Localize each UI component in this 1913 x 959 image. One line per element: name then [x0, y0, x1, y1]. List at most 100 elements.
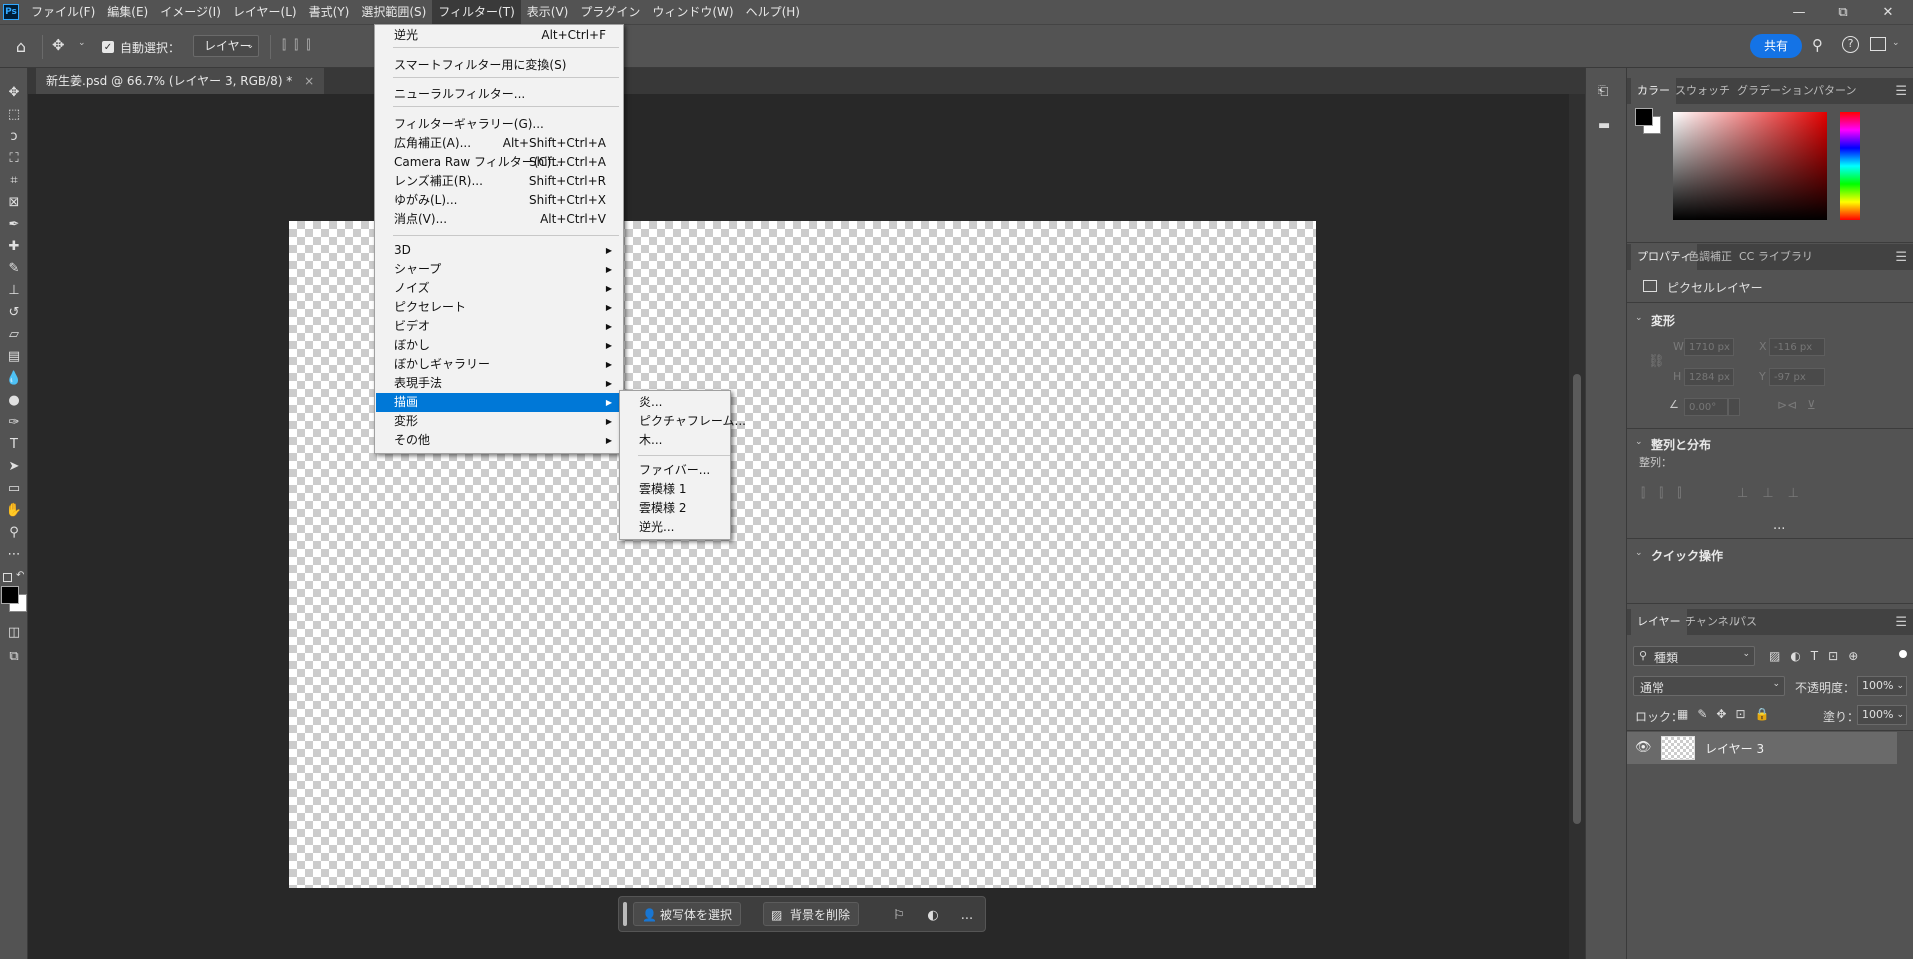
- tab-paths[interactable]: パス: [1729, 609, 1763, 635]
- align-buttons-icon[interactable]: ⫿⫿⫿: [1641, 486, 1695, 501]
- menu-item-clouds-1[interactable]: 雲模様 1: [621, 480, 729, 499]
- menu-window[interactable]: ウィンドウ(W): [646, 0, 739, 24]
- height-field[interactable]: 1284 px: [1684, 368, 1734, 386]
- chevron-down-icon[interactable]: ⌄: [1635, 313, 1643, 323]
- marquee-tool-icon[interactable]: ⬚: [4, 104, 24, 124]
- more-options-icon[interactable]: ...: [955, 903, 979, 927]
- menu-layer[interactable]: レイヤー(L): [227, 0, 303, 24]
- layer-name[interactable]: レイヤー 3: [1705, 740, 1764, 757]
- filter-toggle-icon[interactable]: [1899, 650, 1907, 658]
- menu-edit[interactable]: 編集(E): [101, 0, 154, 24]
- auto-select-checkbox[interactable]: ✓: [102, 41, 114, 53]
- menu-item-flame[interactable]: 炎...: [621, 393, 729, 412]
- flip-horizontal-icon[interactable]: ⊳⊲: [1777, 398, 1797, 412]
- menu-item-tree[interactable]: 木...: [621, 431, 729, 450]
- scrollbar-thumb[interactable]: [1573, 374, 1581, 824]
- search-icon[interactable]: ⚲: [1812, 36, 1823, 54]
- brush-tool-icon[interactable]: ✎: [4, 258, 24, 278]
- color-panel-foreground-swatch[interactable]: [1635, 108, 1653, 126]
- menu-item-video[interactable]: ビデオ ▶: [376, 317, 622, 336]
- menu-item-lens-flare[interactable]: 逆光...: [621, 518, 729, 537]
- blend-mode-select[interactable]: 通常 ⌄: [1633, 676, 1785, 696]
- gradient-tool-icon[interactable]: ▤: [4, 346, 24, 366]
- menu-select[interactable]: 選択範囲(S): [355, 0, 432, 24]
- default-colors-icon[interactable]: [3, 573, 12, 582]
- crop-tool-icon[interactable]: ⌗: [4, 170, 24, 190]
- menu-file[interactable]: ファイル(F): [25, 0, 101, 24]
- auto-select-target-select[interactable]: レイヤー ⌄: [193, 35, 259, 57]
- tab-patterns[interactable]: パターン: [1807, 78, 1862, 104]
- menu-item-convert-smart-filter[interactable]: スマートフィルター用に変換(S): [376, 56, 622, 75]
- hand-tool-icon[interactable]: ✋: [4, 500, 24, 520]
- menu-item-sharpen[interactable]: シャープ ▶: [376, 260, 622, 279]
- lock-options-icons[interactable]: ▦✎✥⊡🔒: [1677, 707, 1778, 721]
- layer-thumbnail[interactable]: [1661, 736, 1695, 760]
- tab-adjustments[interactable]: 色調補正: [1682, 244, 1738, 270]
- photoshop-logo-icon[interactable]: Ps: [3, 4, 19, 20]
- path-selection-tool-icon[interactable]: ➤: [4, 456, 24, 476]
- align-vertical-buttons-icon[interactable]: ⊥⊥⊥: [1737, 486, 1813, 501]
- angle-field[interactable]: 0.00°: [1684, 398, 1728, 416]
- dodge-tool-icon[interactable]: ●: [4, 390, 24, 410]
- remove-background-button[interactable]: ▨ 背景を削除: [763, 902, 860, 926]
- vertical-scrollbar[interactable]: [1569, 94, 1585, 959]
- chevron-down-icon[interactable]: ⌄: [78, 38, 86, 48]
- close-window-button[interactable]: ✕: [1866, 0, 1910, 24]
- layer-filter-select[interactable]: ⚲ 種類 ⌄: [1633, 646, 1755, 666]
- menu-item-vanishing-point[interactable]: 消点(V)... Alt+Ctrl+V: [376, 210, 622, 229]
- menu-image[interactable]: イメージ(I): [154, 0, 227, 24]
- document-tab[interactable]: 新生姜.psd @ 66.7% (レイヤー 3, RGB/8) * ×: [36, 68, 325, 94]
- width-field[interactable]: 1710 px: [1684, 338, 1734, 356]
- chevron-down-icon[interactable]: ⌄: [1892, 38, 1900, 48]
- menu-item-clouds-2[interactable]: 雲模様 2: [621, 499, 729, 518]
- adjustment-icon[interactable]: ◐: [921, 903, 945, 927]
- healing-brush-tool-icon[interactable]: ✚: [4, 236, 24, 256]
- workspace-icon[interactable]: [1870, 37, 1886, 51]
- menu-plugins[interactable]: プラグイン: [574, 0, 646, 24]
- type-tool-icon[interactable]: T: [4, 434, 24, 454]
- help-icon[interactable]: ?: [1842, 36, 1859, 53]
- object-selection-tool-icon[interactable]: ⛶: [4, 148, 24, 168]
- eye-visibility-icon[interactable]: 👁: [1635, 740, 1652, 755]
- tab-swatches[interactable]: スウォッチ: [1669, 78, 1736, 104]
- layer-filter-type-icons[interactable]: ▨◐T⊡⊕: [1769, 649, 1868, 663]
- more-align-options[interactable]: ...: [1773, 518, 1785, 533]
- menu-filter[interactable]: フィルター(T): [432, 0, 521, 24]
- menu-item-picture-frame[interactable]: ピクチャフレーム...: [621, 412, 746, 431]
- move-tool-icon[interactable]: ✥: [52, 36, 65, 54]
- clone-stamp-tool-icon[interactable]: ⊥: [4, 280, 24, 300]
- home-icon[interactable]: ⌂: [10, 35, 32, 57]
- opacity-field[interactable]: 100% ⌄: [1857, 676, 1907, 696]
- quick-mask-icon[interactable]: ◫: [4, 622, 24, 642]
- restore-button[interactable]: ⧉: [1821, 0, 1865, 24]
- menu-item-blur-gallery[interactable]: ぼかしギャラリー ▶: [376, 355, 622, 374]
- chevron-down-icon[interactable]: ⌄: [1635, 437, 1643, 447]
- tab-cc-libraries[interactable]: CC ライブラリ: [1733, 244, 1819, 270]
- menu-item-liquify[interactable]: ゆがみ(L)... Shift+Ctrl+X: [376, 191, 622, 210]
- blur-tool-icon[interactable]: 💧: [4, 368, 24, 388]
- move-tool-icon[interactable]: ✥: [4, 82, 24, 102]
- menu-item-stylize[interactable]: 表現手法 ▶: [376, 374, 622, 393]
- eyedropper-tool-icon[interactable]: ✒: [4, 214, 24, 234]
- color-field[interactable]: [1673, 112, 1827, 220]
- flip-vertical-icon[interactable]: ⊻: [1807, 398, 1816, 412]
- menu-item-3d[interactable]: 3D ▶: [376, 241, 622, 260]
- menu-item-lens-correction[interactable]: レンズ補正(R)... Shift+Ctrl+R: [376, 172, 622, 191]
- panel-menu-icon[interactable]: ☰: [1895, 615, 1907, 630]
- fill-field[interactable]: 100% ⌄: [1857, 705, 1907, 725]
- y-field[interactable]: -97 px: [1769, 368, 1825, 386]
- share-button[interactable]: 共有: [1750, 34, 1802, 58]
- panel-menu-icon[interactable]: ☰: [1895, 84, 1907, 99]
- more-tools-icon[interactable]: ⋯: [4, 544, 24, 564]
- menu-item-distort[interactable]: 変形 ▶: [376, 412, 622, 431]
- hue-slider[interactable]: [1840, 112, 1860, 220]
- pen-tool-icon[interactable]: ✑: [4, 412, 24, 432]
- transform-icon[interactable]: ⚐: [887, 903, 911, 927]
- swap-colors-icon[interactable]: ↶: [16, 570, 24, 581]
- menu-item-render[interactable]: 描画 ▶: [376, 393, 622, 412]
- layer-row[interactable]: 👁 レイヤー 3: [1627, 732, 1897, 764]
- minimize-button[interactable]: —: [1777, 0, 1821, 24]
- menu-item-blur[interactable]: ぼかし ▶: [376, 336, 622, 355]
- menu-item-camera-raw[interactable]: Camera Raw フィルター(C)... Shift+Ctrl+A: [376, 153, 622, 172]
- angle-dropdown[interactable]: [1728, 398, 1740, 416]
